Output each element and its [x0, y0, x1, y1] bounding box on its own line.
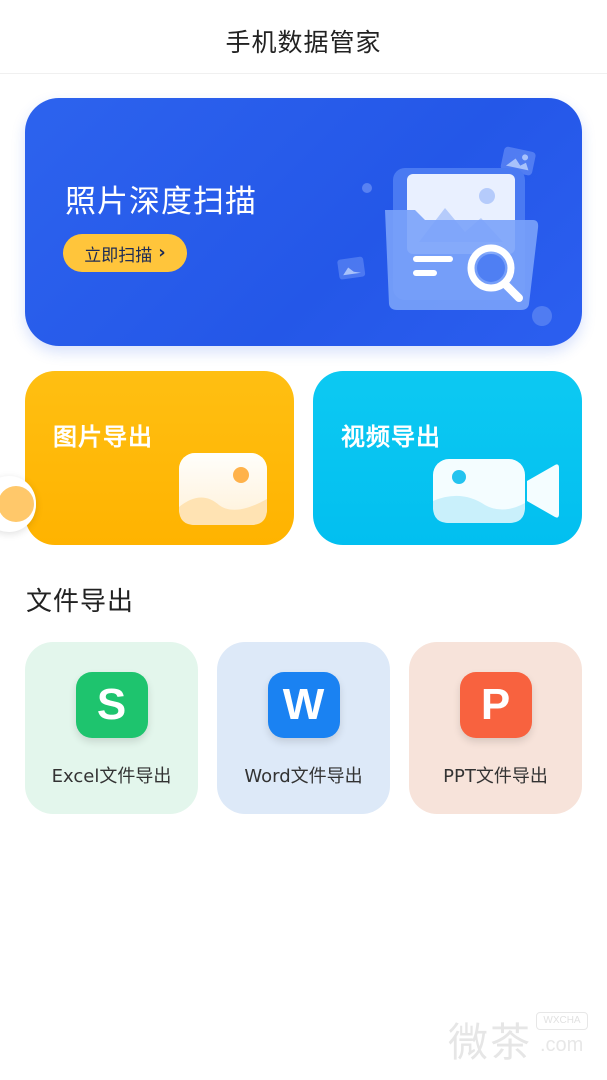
word-export-card[interactable]: W Word文件导出: [217, 642, 390, 814]
chevron-right-icon: ›: [158, 241, 166, 263]
picture-export-label: 图片导出: [53, 423, 153, 451]
watermark-tag: WXCHA: [536, 1012, 588, 1030]
scan-card-title: 照片深度扫描: [65, 184, 257, 220]
watermark-cn-text: 微茶: [448, 1020, 532, 1066]
picture-export-tile[interactable]: 图片导出: [25, 371, 294, 545]
file-export-section-title: 文件导出: [26, 587, 135, 617]
excel-export-label: Excel文件导出: [51, 766, 172, 787]
start-scan-button[interactable]: 立即扫描 ›: [63, 234, 187, 272]
video-export-label: 视频导出: [341, 423, 441, 451]
photo-deep-scan-card[interactable]: 照片深度扫描 立即扫描 ›: [25, 98, 582, 346]
word-icon: W: [267, 672, 340, 738]
excel-export-card[interactable]: S Excel文件导出: [25, 642, 198, 814]
video-export-tile[interactable]: 视频导出: [313, 371, 582, 545]
page-title: 手机数据管家: [225, 27, 382, 57]
ppt-export-label: PPT文件导出: [443, 766, 548, 787]
folder-search-illustration: [337, 146, 552, 326]
watermark: 微茶 WXCHA .com: [448, 1010, 598, 1066]
excel-icon: S: [75, 672, 148, 738]
video-camera-icon: [433, 459, 559, 523]
word-export-label: Word文件导出: [244, 766, 363, 787]
ppt-export-card[interactable]: P PPT文件导出: [409, 642, 582, 814]
ppt-icon: P: [459, 672, 532, 738]
app-header: 手机数据管家: [0, 0, 607, 74]
assistant-icon: [0, 486, 34, 522]
watermark-domain: .com: [540, 1034, 584, 1056]
start-scan-button-label: 立即扫描: [84, 245, 153, 266]
image-icon: [179, 453, 267, 525]
